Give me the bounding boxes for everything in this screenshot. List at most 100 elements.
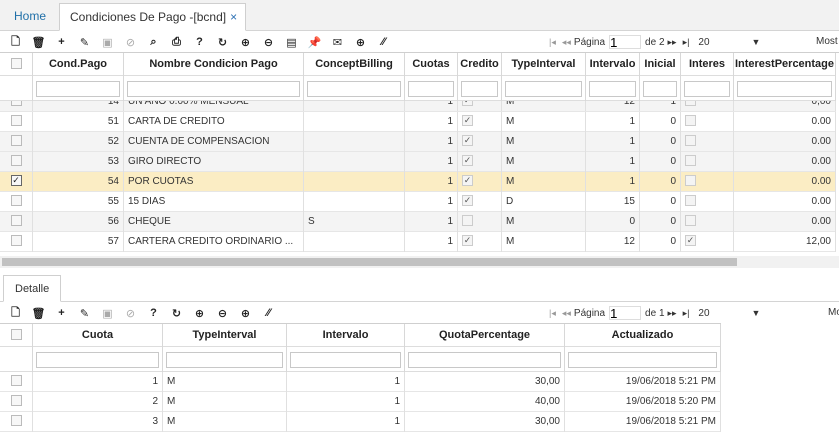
cancel-icon[interactable]: ⊘ bbox=[119, 32, 142, 52]
prev-page-icon[interactable]: ◂◂ bbox=[562, 308, 571, 319]
row-checkbox[interactable] bbox=[10, 114, 22, 126]
refresh-icon[interactable]: ↻ bbox=[211, 32, 234, 52]
filter-input-interes[interactable] bbox=[684, 81, 730, 97]
row-checkbox[interactable] bbox=[10, 214, 22, 226]
column-header-intervalo[interactable]: Intervalo bbox=[586, 53, 640, 76]
mail-icon[interactable]: ✉ bbox=[326, 32, 349, 52]
row-checkbox[interactable] bbox=[10, 101, 22, 106]
column-header-nombre[interactable]: Nombre Condicion Pago bbox=[124, 53, 304, 76]
resize-icon[interactable]: ⁄⁄ bbox=[257, 303, 280, 323]
column-header-inicial[interactable]: Inicial bbox=[640, 53, 681, 76]
comment-icon[interactable]: ▤ bbox=[280, 32, 303, 52]
page-input[interactable] bbox=[609, 306, 642, 320]
table-row[interactable]: 2 M 1 40,00 19/06/2018 5:20 PM bbox=[0, 392, 721, 412]
select-all-checkbox-cell[interactable] bbox=[0, 324, 33, 347]
next-page-icon[interactable]: ▸▸ bbox=[668, 37, 677, 48]
column-header-act[interactable]: Actualizado bbox=[565, 324, 721, 347]
table-row[interactable]: 57 CARTERA CREDITO ORDINARIO ... 1 ✓ M 12 0 ✓ 12… bbox=[0, 232, 836, 252]
first-page-icon[interactable]: |◂ bbox=[549, 308, 556, 319]
column-header-cond[interactable]: Cond.Pago bbox=[33, 53, 124, 76]
row-checkbox[interactable] bbox=[10, 374, 22, 386]
tab-condiciones-de-pago[interactable]: Condiciones De Pago -[bcnd] × bbox=[59, 3, 247, 31]
page-size-select[interactable]: 20 ▼ bbox=[696, 34, 762, 50]
last-page-icon[interactable]: ▸| bbox=[683, 37, 690, 48]
filter-input-concept[interactable] bbox=[307, 81, 401, 97]
zoom-out-icon[interactable]: ⊖ bbox=[257, 32, 280, 52]
filter-input-cuota[interactable] bbox=[36, 352, 159, 368]
table-row[interactable]: ✓ 54 POR CUOTAS 1 ✓ M 1 0 0.00 bbox=[0, 172, 836, 192]
page-size-select[interactable]: 20 ▼ bbox=[696, 305, 762, 321]
edit-icon[interactable]: ✎ bbox=[73, 32, 96, 52]
prev-page-icon[interactable]: ◂◂ bbox=[562, 37, 571, 48]
plus-circle-icon[interactable]: ⊕ bbox=[349, 32, 372, 52]
tab-home[interactable]: Home bbox=[4, 3, 56, 31]
page-input[interactable] bbox=[609, 35, 642, 49]
zoom-out-icon[interactable]: ⊖ bbox=[211, 303, 234, 323]
filter-input-credito[interactable] bbox=[461, 81, 498, 97]
column-header-type[interactable]: TypeInterval bbox=[502, 53, 586, 76]
row-checkbox[interactable] bbox=[10, 414, 22, 426]
filter-input-nombre[interactable] bbox=[127, 81, 300, 97]
zoom-in-icon[interactable]: ⊕ bbox=[188, 303, 211, 323]
table-row[interactable]: 52 CUENTA DE COMPENSACION 1 ✓ M 1 0 0.00 bbox=[0, 132, 836, 152]
select-all-checkbox[interactable] bbox=[10, 57, 22, 69]
refresh-icon[interactable]: ↻ bbox=[165, 303, 188, 323]
filter-input-cond[interactable] bbox=[36, 81, 120, 97]
table-row[interactable]: 55 15 DIAS 1 ✓ D 15 0 0.00 bbox=[0, 192, 836, 212]
column-header-cuotas[interactable]: Cuotas bbox=[405, 53, 458, 76]
table-row[interactable]: 53 GIRO DIRECTO 1 ✓ M 1 0 0.00 bbox=[0, 152, 836, 172]
filter-input-intervalo[interactable] bbox=[290, 352, 401, 368]
resize-icon[interactable]: ⁄⁄ bbox=[372, 32, 395, 52]
plus-circle-icon[interactable]: ⊕ bbox=[234, 303, 257, 323]
column-header-interes[interactable]: Interes bbox=[681, 53, 734, 76]
filter-input-act[interactable] bbox=[568, 352, 717, 368]
table-row[interactable]: 14 UN AÑO 0.00% MENSUAL 1 ✓ M 12 1 0,00 bbox=[0, 101, 836, 112]
column-header-concept[interactable]: ConceptBilling bbox=[304, 53, 405, 76]
next-page-icon[interactable]: ▸▸ bbox=[668, 308, 677, 319]
edit-icon[interactable]: ✎ bbox=[73, 303, 96, 323]
table-row[interactable]: 51 CARTA DE CREDITO 1 ✓ M 1 0 0.00 bbox=[0, 112, 836, 132]
filter-input-intervalo[interactable] bbox=[589, 81, 636, 97]
more-button[interactable]: Mo bbox=[828, 303, 839, 323]
new-icon[interactable]: 🗋 bbox=[4, 303, 27, 323]
save-icon[interactable]: ▣ bbox=[96, 303, 119, 323]
filter-input-type[interactable] bbox=[505, 81, 582, 97]
select-all-checkbox-cell[interactable] bbox=[0, 53, 33, 76]
pin-icon[interactable]: 📌 bbox=[303, 32, 326, 52]
scrollbar-thumb[interactable] bbox=[2, 258, 737, 266]
add-icon[interactable]: + bbox=[50, 303, 73, 323]
tab-detalle[interactable]: Detalle bbox=[3, 275, 62, 302]
delete-icon[interactable]: 🗑 bbox=[27, 303, 50, 323]
row-checkbox[interactable] bbox=[10, 394, 22, 406]
save-icon[interactable]: ▣ bbox=[96, 32, 119, 52]
horizontal-scrollbar[interactable] bbox=[0, 256, 839, 268]
select-all-checkbox[interactable] bbox=[10, 328, 22, 340]
column-header-type[interactable]: TypeInterval bbox=[163, 324, 287, 347]
table-row[interactable]: 56 CHEQUE S 1 M 0 0 0.00 bbox=[0, 212, 836, 232]
row-checkbox[interactable]: ✓ bbox=[10, 174, 22, 186]
row-checkbox[interactable] bbox=[10, 154, 22, 166]
delete-icon[interactable]: 🗑 bbox=[27, 32, 50, 52]
row-checkbox[interactable] bbox=[10, 194, 22, 206]
cancel-icon[interactable]: ⊘ bbox=[119, 303, 142, 323]
zoom-in-icon[interactable]: ⊕ bbox=[234, 32, 257, 52]
filter-input-cuotas[interactable] bbox=[408, 81, 454, 97]
row-checkbox[interactable] bbox=[10, 134, 22, 146]
column-header-pct[interactable]: InterestPercentage bbox=[734, 53, 836, 76]
row-checkbox[interactable] bbox=[10, 234, 22, 246]
table-row[interactable]: 1 M 1 30,00 19/06/2018 5:21 PM bbox=[0, 372, 721, 392]
first-page-icon[interactable]: |◂ bbox=[549, 37, 556, 48]
print-icon[interactable]: ⎙ bbox=[165, 32, 188, 52]
more-button[interactable]: Most bbox=[816, 32, 838, 52]
column-header-credito[interactable]: Credito bbox=[458, 53, 502, 76]
table-row[interactable]: 3 M 1 30,00 19/06/2018 5:21 PM bbox=[0, 412, 721, 432]
filter-input-pct[interactable] bbox=[408, 352, 561, 368]
add-icon[interactable]: + bbox=[50, 32, 73, 52]
column-header-cuota[interactable]: Cuota bbox=[33, 324, 163, 347]
column-header-intervalo[interactable]: Intervalo bbox=[287, 324, 405, 347]
last-page-icon[interactable]: ▸| bbox=[683, 308, 690, 319]
filter-input-type[interactable] bbox=[166, 352, 283, 368]
help-icon[interactable]: ? bbox=[188, 32, 211, 52]
filter-input-inicial[interactable] bbox=[643, 81, 677, 97]
new-icon[interactable]: 🗋 bbox=[4, 32, 27, 52]
